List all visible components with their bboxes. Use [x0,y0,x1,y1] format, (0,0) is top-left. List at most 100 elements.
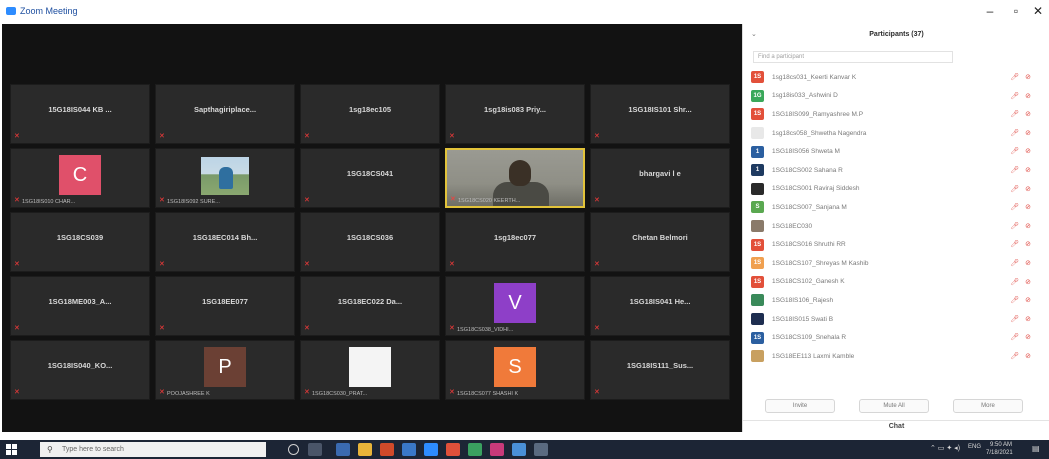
video-tile[interactable]: 1sg18ec105 ✕ [300,84,440,144]
muted-mic-video-off-icon: 🎤︎⊘ [1010,297,1037,305]
invite-button[interactable]: Invite [765,399,835,413]
tray-icons[interactable]: ⌃ ▭ ✦ ◂) [930,444,960,452]
taskbar-search-placeholder: Type here to search [62,446,124,453]
notification-icon[interactable]: ▤ [1032,444,1040,453]
participant-row[interactable]: 1sg18cs058_Shwetha Nagendra 🎤︎⊘ [749,124,1047,143]
store-icon[interactable] [380,443,394,456]
muted-mic-icon: ✕ [450,196,456,203]
muted-mic-video-off-icon: 🎤︎⊘ [1010,204,1037,212]
more-button[interactable]: More [953,399,1023,413]
video-tile[interactable]: 1SG18IS041 He... ✕ [590,276,730,336]
participant-row[interactable]: S 1SG18CS007_Sanjana M 🎤︎⊘ [749,198,1047,217]
muted-mic-icon: ✕ [14,133,20,140]
zoom-logo-icon [6,7,16,15]
video-gallery: 15G18IS044 KB ... ✕ Sapthagiriplace... ✕ 1sg… [2,24,742,432]
close-button[interactable]: ✕ [1028,4,1048,18]
video-tile[interactable]: Chetan Belmori ✕ [590,212,730,272]
video-tile[interactable]: ✕ 1SG18IS092 SURE... [155,148,295,208]
video-tile[interactable]: 1sg18ec077 ✕ [445,212,585,272]
chrome-icon[interactable] [446,443,460,456]
avatar: S [494,347,536,387]
participants-header: ⌄ Participants (37) [743,24,1049,46]
language-indicator[interactable]: ENG [968,444,981,450]
participant-row[interactable]: 1SG18IS015 Swati B 🎤︎⊘ [749,310,1047,329]
video-tile[interactable]: 1SG18EE077 ✕ [155,276,295,336]
video-tile[interactable]: 1SG18ME003_A... ✕ [10,276,150,336]
clock-time[interactable]: 9:50 AM [990,442,1012,448]
muted-mic-icon: ✕ [304,389,310,396]
participant-row[interactable]: 1G 1sg18is033_Ashwini D 🎤︎⊘ [749,87,1047,106]
video-tile[interactable]: bhargavi l e ✕ [590,148,730,208]
participant-row[interactable]: 1S 1sg18cs031_Keerti Kanvar K 🎤︎⊘ [749,68,1047,87]
collapse-icon[interactable]: ⌄ [751,24,757,46]
muted-mic-icon: ✕ [449,325,455,332]
mute-all-button[interactable]: Mute All [859,399,929,413]
cortana-icon[interactable] [288,444,299,455]
participant-avatar: 1S [751,275,764,288]
participant-name: 1SG18EC022 Da... [337,297,403,306]
participant-avatar [751,220,764,233]
muted-mic-icon: ✕ [594,389,600,396]
video-tile[interactable]: 1SG18IS111_Sus... ✕ [590,340,730,400]
video-tile[interactable]: 1sg18is083 Priy... ✕ [445,84,585,144]
participant-avatar: 1S [751,331,764,344]
video-tile[interactable]: 1SG18CS041 ✕ [300,148,440,208]
video-tile[interactable]: C ✕ 1SG18IS010 CHAR... [10,148,150,208]
participant-row[interactable]: 1SG18IS106_Rajesh 🎤︎⊘ [749,291,1047,310]
minimize-button[interactable]: – [980,4,1000,18]
participant-row[interactable]: 1S 1SG18CS109_Snehala R 🎤︎⊘ [749,328,1047,347]
video-tile[interactable]: ✕ 1SG18CS030_PRAT... [300,340,440,400]
taskbar-search-input[interactable]: ⚲ Type here to search [40,442,266,457]
video-tile[interactable]: 1SG18CS036 ✕ [300,212,440,272]
muted-mic-icon: ✕ [159,389,165,396]
video-tile[interactable]: V ✕ 1SG18CS038_VIDHI... [445,276,585,336]
word-icon[interactable] [534,443,548,456]
muted-mic-video-off-icon: 🎤︎⊘ [1010,166,1037,174]
window-title: Zoom Meeting [6,6,78,16]
participant-row[interactable]: 1 1SG18IS056 Shweta M 🎤︎⊘ [749,142,1047,161]
video-tile[interactable]: 1SG18EC014 Bh... ✕ [155,212,295,272]
video-tile[interactable]: 1SG18IS040_KO... ✕ [10,340,150,400]
video-tile[interactable]: P ✕ POOJASHREE K [155,340,295,400]
video-tile[interactable]: S ✕ 1SG18CS077 SHASHI K [445,340,585,400]
participant-search-input[interactable]: Find a participant [753,51,953,63]
settings-icon[interactable] [512,443,526,456]
participant-row[interactable]: 1S 1SG18CS102_Ganesh K 🎤︎⊘ [749,273,1047,292]
photos-icon[interactable] [490,443,504,456]
participant-name: 1SG18CS107_Shreyas M Kashib [772,259,869,267]
muted-mic-icon: ✕ [304,261,310,268]
participant-avatar: S [751,201,764,214]
participant-name: 1sg18ec105 [348,105,392,114]
participant-row[interactable]: 1S 1SG18CS016 Shruthi RR 🎤︎⊘ [749,235,1047,254]
participant-avatar: 1S [751,238,764,251]
zoom-taskbar-icon[interactable] [424,443,438,456]
participant-row[interactable]: 1S 1SG18IS099_Ramyashree M.P 🎤︎⊘ [749,105,1047,124]
clock-date[interactable]: 7/18/2021 [986,450,1013,456]
video-tile[interactable]: Sapthagiriplace... ✕ [155,84,295,144]
edge-icon[interactable] [336,443,350,456]
muted-mic-icon: ✕ [159,197,165,204]
avatar: C [59,155,101,195]
participant-row[interactable]: 1SG18CS001 Raviraj Siddesh 🎤︎⊘ [749,180,1047,199]
participant-row[interactable]: 1SG18EE113 Laxmi Kamble 🎤︎⊘ [749,347,1047,366]
muted-mic-icon: ✕ [14,325,20,332]
mail-icon[interactable] [402,443,416,456]
participant-name: 1sg18is083 Priy... [484,105,546,114]
excel-icon[interactable] [468,443,482,456]
windows-start-icon[interactable] [6,444,18,455]
file-explorer-icon[interactable] [358,443,372,456]
video-tile[interactable]: 1SG18CS039 ✕ [10,212,150,272]
participant-row[interactable]: 1 1SG18CS002 Sahana R 🎤︎⊘ [749,161,1047,180]
participant-name: 1SG18CS102_Ganesh K [772,278,845,286]
tile-name-label: 1SG18IS010 CHAR... [22,199,76,205]
participant-row[interactable]: 1S 1SG18CS107_Shreyas M Kashib 🎤︎⊘ [749,254,1047,273]
video-tile[interactable]: 1SG18IS101 Shr... ✕ [590,84,730,144]
video-tile[interactable]: ✕ 1SG18CS020 KEERTH... [445,148,585,208]
video-tile[interactable]: 1SG18EC022 Da... ✕ [300,276,440,336]
task-view-icon[interactable] [308,443,322,456]
maximize-button[interactable]: ▫ [1006,4,1026,18]
participant-name: 1SG18IS041 He... [629,297,691,306]
video-tile[interactable]: 15G18IS044 KB ... ✕ [10,84,150,144]
participant-row[interactable]: 1SG18EC030 🎤︎⊘ [749,217,1047,236]
chat-button[interactable]: Chat [743,420,1049,432]
